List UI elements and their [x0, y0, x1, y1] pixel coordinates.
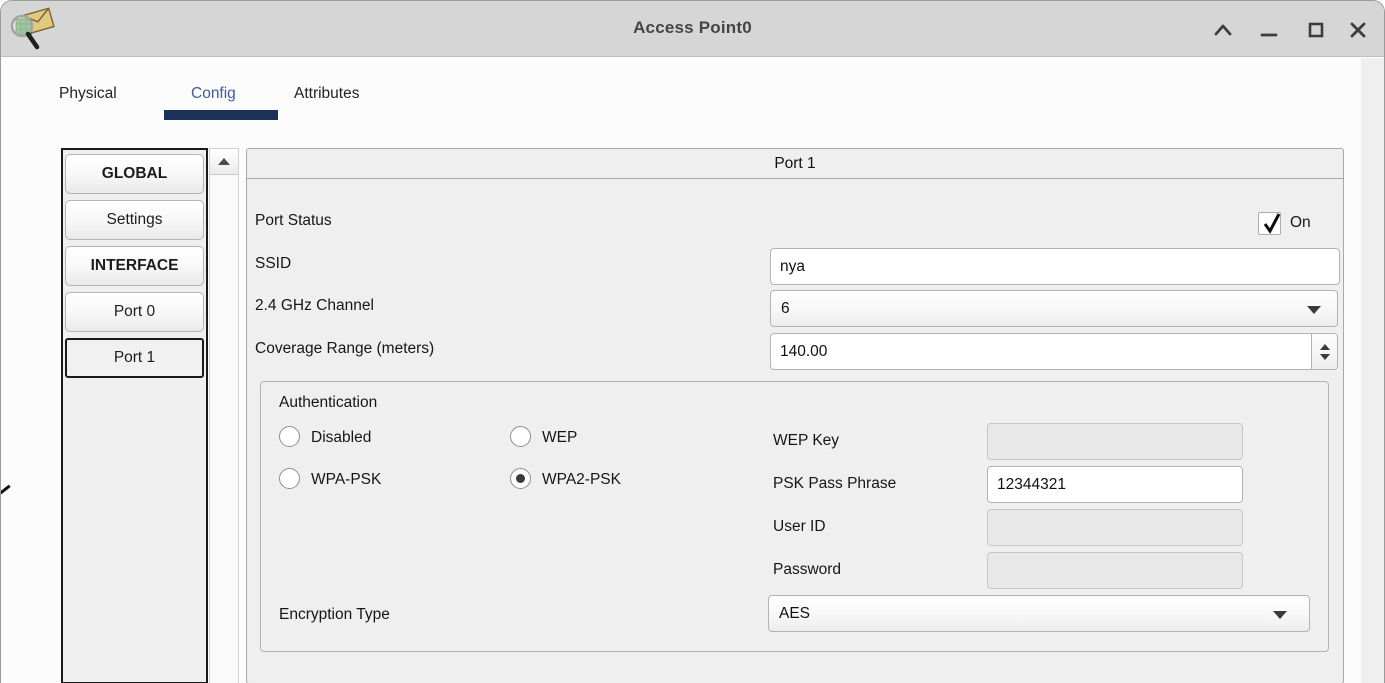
radio-wpa-psk-label[interactable]: WPA-PSK: [311, 471, 381, 489]
minimize-button[interactable]: [1255, 16, 1283, 44]
authentication-groupbox: Authentication Disabled WEP WPA-PSK WPA2…: [260, 381, 1329, 652]
port-status-on-label: On: [1290, 214, 1311, 232]
channel-label: 2.4 GHz Channel: [255, 297, 374, 315]
user-id-label: User ID: [773, 518, 826, 536]
channel-select[interactable]: 6: [770, 290, 1338, 327]
ssid-input[interactable]: [770, 248, 1340, 285]
encryption-type-select[interactable]: AES: [768, 595, 1310, 632]
radio-disabled[interactable]: [279, 426, 300, 447]
tab-physical[interactable]: Physical: [59, 85, 117, 103]
coverage-spinbox: [770, 333, 1338, 370]
shade-button[interactable]: [1209, 16, 1237, 44]
sidebar-scrollbar[interactable]: [209, 148, 239, 683]
password-label: Password: [773, 561, 841, 579]
sidebar-item-global[interactable]: GLOBAL: [65, 154, 204, 194]
background-wire-artifact: [0, 485, 11, 495]
maximize-button[interactable]: [1302, 16, 1330, 44]
radio-disabled-label[interactable]: Disabled: [311, 429, 371, 447]
scroll-up-button[interactable]: [210, 149, 238, 175]
tab-config[interactable]: Config: [191, 85, 236, 103]
check-icon: [1260, 210, 1284, 236]
user-id-input: [987, 509, 1243, 546]
minimize-icon: [1255, 16, 1283, 44]
sidebar-item-settings[interactable]: Settings: [65, 200, 204, 240]
channel-value: 6: [781, 300, 790, 318]
spin-up-icon: [1320, 344, 1330, 350]
coverage-input[interactable]: [771, 334, 1310, 369]
encryption-type-label: Encryption Type: [279, 606, 390, 624]
close-icon: [1344, 16, 1372, 44]
config-section-list: GLOBAL Settings INTERFACE Port 0 Port 1: [61, 148, 208, 683]
wep-key-input: [987, 423, 1243, 460]
sidebar-item-port1[interactable]: Port 1: [65, 338, 204, 378]
port-status-label: Port Status: [255, 212, 332, 230]
title-bar[interactable]: Access Point0: [1, 1, 1384, 57]
panel-title: Port 1: [247, 149, 1343, 179]
chevron-down-icon: [1307, 306, 1321, 314]
psk-pass-phrase-input[interactable]: [987, 466, 1243, 503]
radio-wpa2-psk[interactable]: [510, 468, 531, 489]
radio-wpa-psk[interactable]: [279, 468, 300, 489]
triangle-up-icon: [218, 158, 230, 165]
psk-pass-phrase-label: PSK Pass Phrase: [773, 475, 896, 493]
chevron-down-icon: [1273, 611, 1287, 619]
right-margin-strip: [1361, 58, 1384, 683]
radio-wep-label[interactable]: WEP: [542, 429, 577, 447]
tab-attributes[interactable]: Attributes: [294, 85, 359, 103]
radio-wpa2-psk-label[interactable]: WPA2-PSK: [542, 471, 621, 489]
authentication-title: Authentication: [279, 394, 377, 412]
sidebar-item-port0[interactable]: Port 0: [65, 292, 204, 332]
window-title: Access Point0: [1, 18, 1384, 38]
close-button[interactable]: [1344, 16, 1372, 44]
ssid-label: SSID: [255, 255, 291, 273]
port1-config-panel: Port 1 Port Status On SSID 2.4 GHz Chann…: [246, 148, 1344, 683]
access-point-dialog: Access Point0 Physical Config Attributes…: [0, 0, 1385, 683]
maximize-icon: [1302, 16, 1330, 44]
active-tab-underline: [164, 110, 278, 120]
chevron-up-icon: [1209, 16, 1237, 44]
radio-dot: [516, 474, 525, 483]
wep-key-label: WEP Key: [773, 432, 839, 450]
radio-wep[interactable]: [510, 426, 531, 447]
port-status-checkbox[interactable]: [1258, 212, 1281, 235]
encryption-type-value: AES: [779, 605, 810, 623]
coverage-spin-buttons[interactable]: [1311, 334, 1337, 369]
coverage-label: Coverage Range (meters): [255, 340, 434, 358]
password-input: [987, 552, 1243, 589]
sidebar-item-interface[interactable]: INTERFACE: [65, 246, 204, 286]
spin-down-icon: [1320, 354, 1330, 360]
